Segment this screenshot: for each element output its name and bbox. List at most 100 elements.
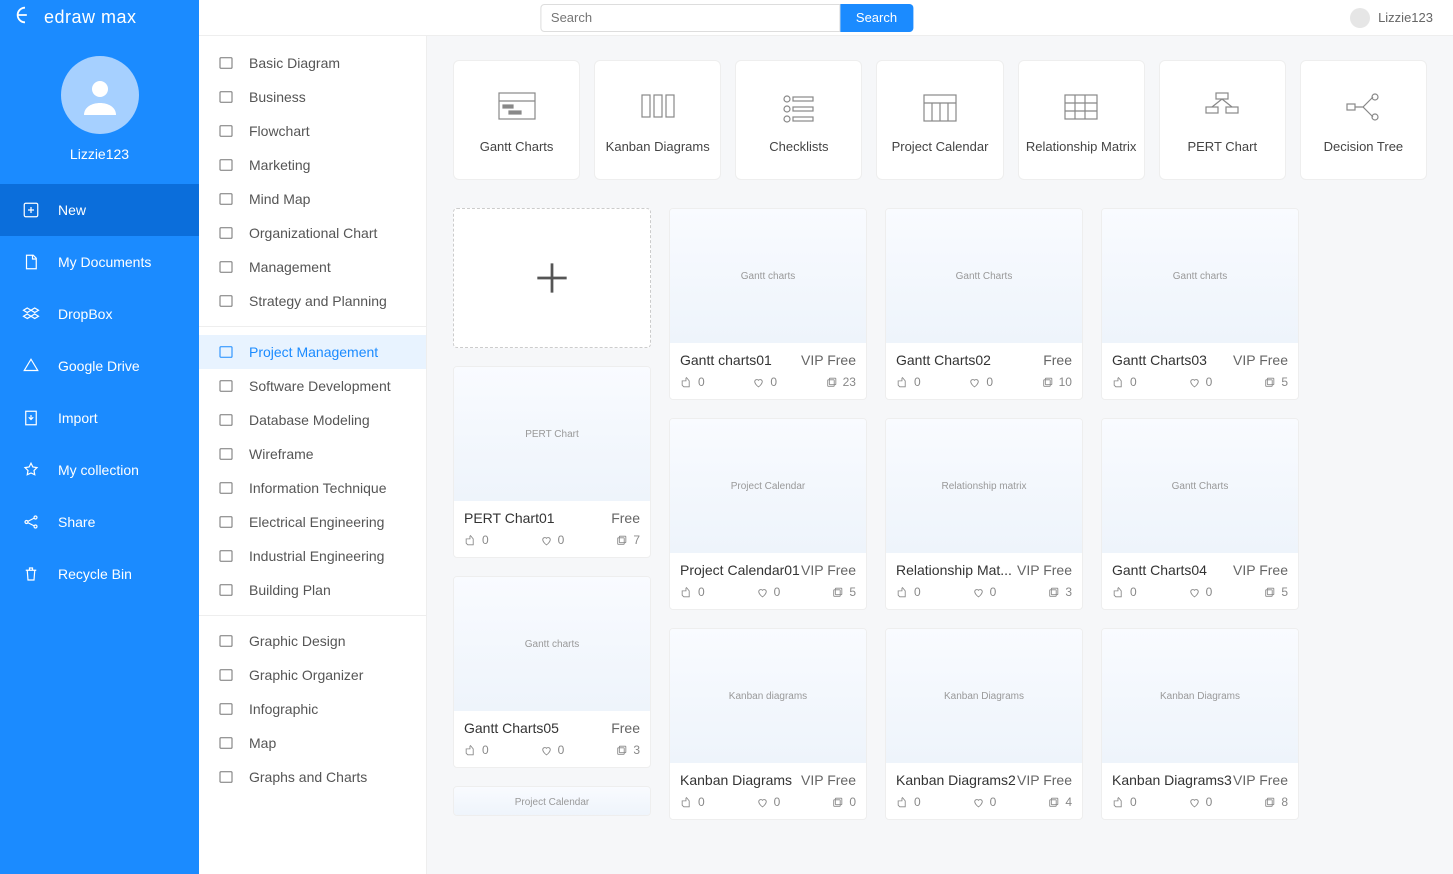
copy-count[interactable]: 4: [1047, 795, 1072, 809]
category-item-software-development[interactable]: Software Development: [199, 369, 426, 403]
category-item-management[interactable]: Management: [199, 250, 426, 284]
like-count[interactable]: 0: [464, 743, 489, 757]
category-item-wireframe[interactable]: Wireframe: [199, 437, 426, 471]
category-label: Map: [249, 735, 276, 751]
sidebar-item-my-documents[interactable]: My Documents: [0, 236, 199, 288]
avatar-large[interactable]: [61, 56, 139, 134]
copy-count[interactable]: 5: [1263, 375, 1288, 389]
template-card[interactable]: Relationship matrixRelationship Mat...VI…: [885, 418, 1083, 610]
category-item-electrical-engineering[interactable]: Electrical Engineering: [199, 505, 426, 539]
template-name: Kanban Diagrams2: [896, 772, 1016, 788]
copy-count[interactable]: 0: [831, 795, 856, 809]
category-item-map[interactable]: Map: [199, 726, 426, 760]
like-count[interactable]: 0: [1112, 585, 1137, 599]
category-item-business[interactable]: Business: [199, 80, 426, 114]
category-item-information-technique[interactable]: Information Technique: [199, 471, 426, 505]
template-card[interactable]: Gantt chartsGantt Charts05Free003: [453, 576, 651, 768]
like-count[interactable]: 0: [680, 585, 705, 599]
sidebar-item-my-collection[interactable]: My collection: [0, 444, 199, 496]
favorite-count[interactable]: 0: [968, 375, 993, 389]
profile-username: Lizzie123: [70, 146, 129, 162]
category-item-strategy-and-planning[interactable]: Strategy and Planning: [199, 284, 426, 318]
favorite-count[interactable]: 0: [752, 375, 777, 389]
copy-count[interactable]: 8: [1263, 795, 1288, 809]
template-card[interactable]: Kanban DiagramsKanban Diagrams2VIP Free0…: [885, 628, 1083, 820]
category-item-marketing[interactable]: Marketing: [199, 148, 426, 182]
favorite-count[interactable]: 0: [756, 585, 781, 599]
like-count[interactable]: 0: [1112, 795, 1137, 809]
copy-count[interactable]: 3: [615, 743, 640, 757]
sidebar-item-new[interactable]: New: [0, 184, 199, 236]
favorite-count[interactable]: 0: [1188, 795, 1213, 809]
type-card-relationship-matrix[interactable]: Relationship Matrix: [1018, 60, 1145, 180]
template-card[interactable]: Kanban diagramsKanban DiagramsVIP Free00…: [669, 628, 867, 820]
copy-count[interactable]: 5: [831, 585, 856, 599]
template-badge: VIP Free: [801, 772, 856, 788]
template-badge: VIP Free: [1017, 772, 1072, 788]
like-count[interactable]: 0: [1112, 375, 1137, 389]
template-card[interactable]: Gantt chartsGantt charts01VIP Free0023: [669, 208, 867, 400]
like-count[interactable]: 0: [464, 533, 489, 547]
like-count[interactable]: 0: [896, 795, 921, 809]
like-count[interactable]: 0: [680, 795, 705, 809]
template-card[interactable]: Kanban DiagramsKanban Diagrams3VIP Free0…: [1101, 628, 1299, 820]
favorite-count[interactable]: 0: [540, 743, 565, 757]
type-card-decision-tree[interactable]: Decision Tree: [1300, 60, 1427, 180]
like-count[interactable]: 0: [896, 375, 921, 389]
category-item-database-modeling[interactable]: Database Modeling: [199, 403, 426, 437]
sidebar-item-import[interactable]: Import: [0, 392, 199, 444]
category-item-project-management[interactable]: Project Management: [199, 335, 426, 369]
category-item-graphic-design[interactable]: Graphic Design: [199, 624, 426, 658]
type-card-kanban-diagrams[interactable]: Kanban Diagrams: [594, 60, 721, 180]
user-menu[interactable]: Lizzie123: [1350, 8, 1433, 28]
favorite-count[interactable]: 0: [972, 795, 997, 809]
favorite-count[interactable]: 0: [972, 585, 997, 599]
category-label: Flowchart: [249, 123, 310, 139]
category-item-building-plan[interactable]: Building Plan: [199, 573, 426, 607]
sidebar-item-recycle-bin[interactable]: Recycle Bin: [0, 548, 199, 600]
category-item-flowchart[interactable]: Flowchart: [199, 114, 426, 148]
template-name: Project Calendar01: [680, 562, 800, 578]
favorite-count[interactable]: 0: [1188, 585, 1213, 599]
template-card[interactable]: Project Calendar: [453, 786, 651, 816]
template-card[interactable]: PERT ChartPERT Chart01Free007: [453, 366, 651, 558]
copy-count[interactable]: 10: [1041, 375, 1072, 389]
copy-count[interactable]: 7: [615, 533, 640, 547]
template-card[interactable]: Gantt chartsGantt Charts03VIP Free005: [1101, 208, 1299, 400]
category-item-infographic[interactable]: Infographic: [199, 692, 426, 726]
category-item-basic-diagram[interactable]: Basic Diagram: [199, 46, 426, 80]
template-card[interactable]: Project CalendarProject Calendar01VIP Fr…: [669, 418, 867, 610]
sidebar-item-google-drive[interactable]: Google Drive: [0, 340, 199, 392]
type-card-gantt-charts[interactable]: Gantt Charts: [453, 60, 580, 180]
category-item-mind-map[interactable]: Mind Map: [199, 182, 426, 216]
category-label: Infographic: [249, 701, 318, 717]
project-icon: [217, 343, 235, 361]
copy-count[interactable]: 5: [1263, 585, 1288, 599]
type-card-checklists[interactable]: Checklists: [735, 60, 862, 180]
template-card[interactable]: Gantt ChartsGantt Charts04VIP Free005: [1101, 418, 1299, 610]
type-card-project-calendar[interactable]: Project Calendar: [876, 60, 1003, 180]
favorite-count[interactable]: 0: [540, 533, 565, 547]
search-button[interactable]: Search: [840, 4, 913, 32]
category-label: Industrial Engineering: [249, 548, 384, 564]
favorite-count[interactable]: 0: [1188, 375, 1213, 389]
new-template-card[interactable]: [453, 208, 651, 348]
category-item-graphs-and-charts[interactable]: Graphs and Charts: [199, 760, 426, 794]
category-item-industrial-engineering[interactable]: Industrial Engineering: [199, 539, 426, 573]
like-count[interactable]: 0: [680, 375, 705, 389]
copy-count[interactable]: 23: [825, 375, 856, 389]
favorite-count[interactable]: 0: [756, 795, 781, 809]
logo[interactable]: edraw max: [0, 0, 199, 36]
sidebar-item-label: DropBox: [58, 306, 112, 322]
template-name: PERT Chart01: [464, 510, 555, 526]
category-item-graphic-organizer[interactable]: Graphic Organizer: [199, 658, 426, 692]
sidebar-item-dropbox[interactable]: DropBox: [0, 288, 199, 340]
like-count[interactable]: 0: [896, 585, 921, 599]
type-card-pert-chart[interactable]: PERT Chart: [1159, 60, 1286, 180]
search-input[interactable]: [540, 4, 840, 32]
template-card[interactable]: Gantt ChartsGantt Charts02Free0010: [885, 208, 1083, 400]
copy-count[interactable]: 3: [1047, 585, 1072, 599]
template-thumbnail: Gantt charts: [454, 577, 650, 711]
sidebar-item-share[interactable]: Share: [0, 496, 199, 548]
category-item-organizational-chart[interactable]: Organizational Chart: [199, 216, 426, 250]
